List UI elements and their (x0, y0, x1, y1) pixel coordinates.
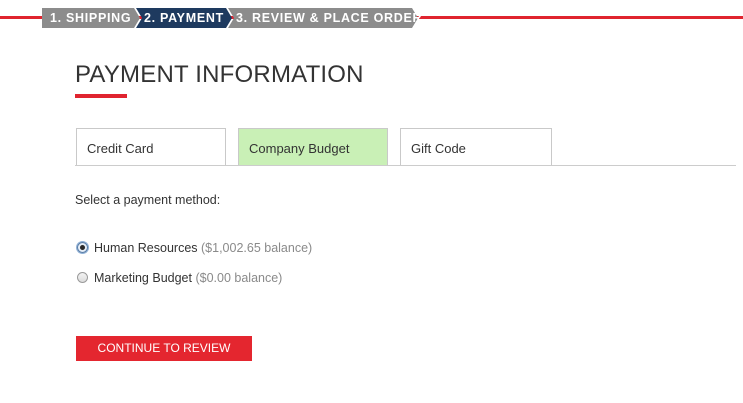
radio-human-resources[interactable] (77, 242, 88, 253)
tab-company-budget[interactable]: Company Budget (238, 128, 388, 165)
step-shipping[interactable]: 1. SHIPPING (50, 10, 131, 26)
step-payment: 2. PAYMENT (144, 11, 224, 25)
payment-option-label: Human Resources ($1,002.65 balance) (94, 241, 312, 256)
continue-to-review-order-button[interactable]: CONTINUE TO REVIEW ORDER (76, 336, 252, 380)
page-title: PAYMENT INFORMATION (75, 61, 364, 88)
payment-option-balance: ($1,002.65 balance) (201, 241, 313, 255)
tab-gift-code[interactable]: Gift Code (400, 128, 552, 165)
step-review-place-order: 3. REVIEW & PLACE ORDER (236, 11, 423, 25)
payment-option-label: Marketing Budget ($0.00 balance) (94, 271, 282, 286)
payment-option-name: Human Resources (94, 241, 198, 255)
payment-option-name: Marketing Budget (94, 271, 192, 285)
payment-method-prompt: Select a payment method: (75, 193, 221, 207)
tab-credit-card[interactable]: Credit Card (76, 128, 226, 165)
radio-marketing-budget[interactable] (77, 272, 88, 283)
checkout-progress: 1. SHIPPING 2. PAYMENT 3. REVIEW & PLACE… (0, 0, 743, 36)
tabs-baseline (75, 165, 736, 166)
payment-option-balance: ($0.00 balance) (195, 271, 283, 285)
title-underline (75, 94, 127, 98)
